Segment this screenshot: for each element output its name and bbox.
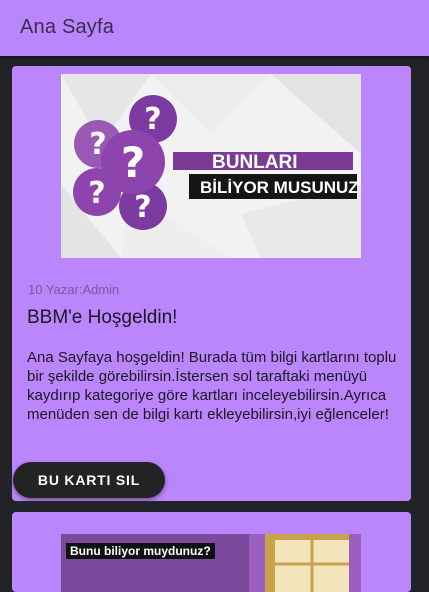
image-text-line1: BUNLARI [212, 152, 298, 173]
info-card: BUNLARI BİLİYOR MUSUNUZ? ? ? ? ? ? 10 Ya… [12, 66, 411, 501]
image-text-line2: BİLİYOR MUSUNUZ? [200, 178, 361, 197]
card-meta: 10 Yazar:Admin [28, 282, 120, 297]
image-banner-text: Bunu biliyor muydunuz? [66, 543, 215, 559]
app-bar: Ana Sayfa [0, 0, 429, 56]
info-card: Bunu biliyor muydunuz? [12, 512, 411, 592]
svg-text:?: ? [121, 138, 145, 187]
card-image: Bunu biliyor muydunuz? [61, 534, 361, 592]
card-title: BBM'e Hoşgeldin! [27, 307, 178, 328]
svg-text:?: ? [134, 190, 151, 225]
svg-text:?: ? [144, 102, 161, 137]
card-image: BUNLARI BİLİYOR MUSUNUZ? ? ? ? ? ? [61, 74, 361, 258]
delete-card-button[interactable]: BU KARTI SIL [13, 462, 165, 498]
card-body-text: Ana Sayfaya hoşgeldin! Burada tüm bilgi … [27, 349, 397, 423]
svg-text:?: ? [89, 127, 106, 162]
card-image-graphic: BUNLARI BİLİYOR MUSUNUZ? ? ? ? ? ? [61, 74, 361, 258]
svg-text:?: ? [88, 176, 105, 211]
page-title: Ana Sayfa [20, 16, 115, 38]
